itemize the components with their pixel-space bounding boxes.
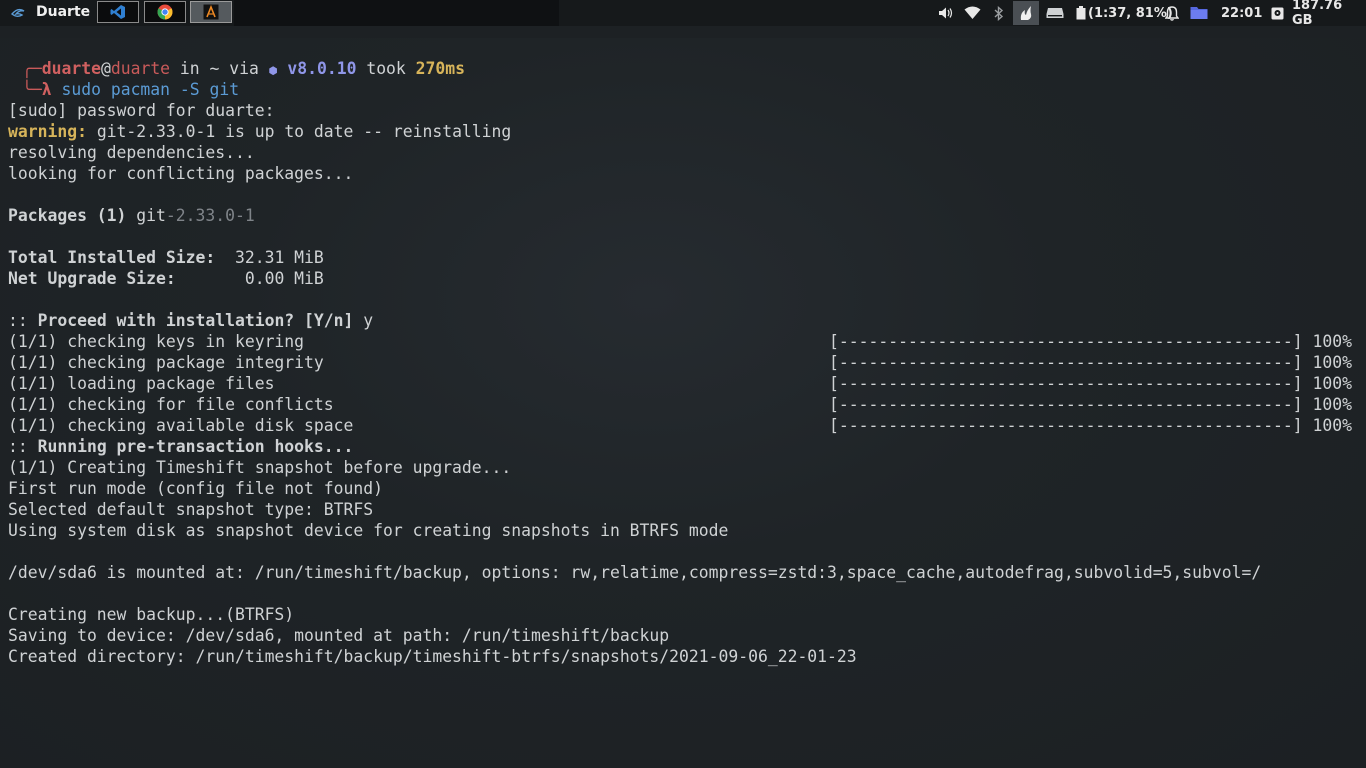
step-label: (1/1) checking package integrity bbox=[8, 353, 324, 372]
total-size-value: 32.31 MiB bbox=[215, 248, 324, 267]
command-line: ╰─λ sudo pacman -S git bbox=[22, 79, 239, 100]
output-conflicting: looking for conflicting packages... bbox=[8, 164, 354, 183]
prompt-corner-bottom: ╰─ bbox=[22, 80, 42, 99]
prompt-via: via bbox=[219, 59, 269, 78]
output-first-run: First run mode (config file not found) bbox=[8, 479, 383, 498]
output-net-size: Net Upgrade Size: 0.00 MiB bbox=[8, 268, 324, 289]
progress-bar: [---------------------------------------… bbox=[829, 353, 1303, 372]
taskbar-spacer bbox=[234, 0, 559, 26]
workspace-logo-icon[interactable] bbox=[10, 6, 26, 20]
disk-usage: 187.76 GB bbox=[1292, 0, 1343, 28]
prompt-user: duarte bbox=[41, 59, 101, 78]
output-proceed: :: Proceed with installation? [Y/n] y bbox=[8, 310, 373, 331]
wifi-icon[interactable] bbox=[964, 6, 981, 20]
bluetooth-icon[interactable] bbox=[994, 5, 1004, 21]
top-panel: Duarte (1:37, 81%) 22:01 187.76 GB bbox=[0, 0, 1366, 28]
prompt-duration: 270ms bbox=[415, 59, 466, 78]
node-version: v8.0.10 bbox=[277, 59, 357, 78]
progress-percent: 100% bbox=[1312, 353, 1353, 372]
task-vscode[interactable] bbox=[97, 1, 139, 23]
progress-percent: 100% bbox=[1312, 395, 1353, 414]
warning-text: git-2.33.0-1 is up to date -- reinstalli… bbox=[86, 122, 512, 141]
vscode-icon bbox=[110, 5, 125, 19]
command-text: sudo pacman -S git bbox=[51, 80, 240, 99]
power-profile-icon[interactable] bbox=[1013, 5, 1039, 21]
hooks-prefix: :: bbox=[8, 437, 38, 456]
output-total-size: Total Installed Size: 32.31 MiB bbox=[8, 247, 324, 268]
step-progress: [---------------------------------------… bbox=[829, 373, 1352, 394]
prompt-in: in bbox=[170, 59, 210, 78]
progress-percent: 100% bbox=[1312, 332, 1353, 351]
progress-bar: [---------------------------------------… bbox=[829, 374, 1303, 393]
progress-bar: [---------------------------------------… bbox=[829, 416, 1303, 435]
output-sudo: [sudo] password for duarte: bbox=[8, 101, 275, 120]
battery-icon[interactable] bbox=[1076, 6, 1086, 20]
prompt-lambda: λ bbox=[41, 80, 52, 99]
step-label: (1/1) loading package files bbox=[8, 374, 275, 393]
output-mounted: /dev/sda6 is mounted at: /run/timeshift/… bbox=[8, 563, 1262, 582]
proceed-prefix: :: bbox=[8, 311, 38, 330]
terminal-app-icon bbox=[203, 4, 219, 20]
step-label: (1/1) checking for file conflicts bbox=[8, 395, 334, 414]
warning-label: warning: bbox=[8, 122, 87, 141]
packages-name: git bbox=[126, 206, 166, 225]
output-created-dir: Created directory: /run/timeshift/backup… bbox=[8, 647, 857, 666]
output-snapshot-type: Selected default snapshot type: BTRFS bbox=[8, 500, 374, 519]
prompt-line: ╭─duarte@duarte in ~ via ⬢ v8.0.10 took … bbox=[22, 58, 465, 79]
packages-label: Packages (1) bbox=[8, 206, 127, 225]
packages-version: -2.33.0-1 bbox=[165, 206, 255, 225]
output-resolving: resolving dependencies... bbox=[8, 143, 255, 162]
workspace-name[interactable]: Duarte bbox=[36, 4, 90, 20]
progress-percent: 100% bbox=[1312, 416, 1353, 435]
node-icon: ⬢ bbox=[268, 66, 278, 77]
prompt-corner-top: ╭─ bbox=[22, 59, 42, 78]
task-chrome[interactable] bbox=[144, 1, 186, 23]
net-size-label: Net Upgrade Size: bbox=[8, 269, 176, 288]
progress-bar: [---------------------------------------… bbox=[829, 395, 1303, 414]
task-terminal[interactable] bbox=[190, 1, 232, 23]
drive-icon[interactable] bbox=[1046, 7, 1064, 19]
output-saving: Saving to device: /dev/sda6, mounted at … bbox=[8, 626, 670, 645]
disk-usage-icon[interactable] bbox=[1271, 7, 1284, 20]
prompt-at: @ bbox=[100, 59, 111, 78]
progress-bar: [---------------------------------------… bbox=[829, 332, 1303, 351]
step-progress: [---------------------------------------… bbox=[829, 415, 1352, 436]
prompt-host: duarte bbox=[110, 59, 171, 78]
prompt-took: took bbox=[356, 59, 416, 78]
clock[interactable]: 22:01 bbox=[1221, 6, 1262, 21]
output-packages: Packages (1) git-2.33.0-1 bbox=[8, 205, 255, 226]
output-creating: Creating new backup...(BTRFS) bbox=[8, 605, 295, 624]
step-progress: [---------------------------------------… bbox=[829, 352, 1352, 373]
step-label: (1/1) checking available disk space bbox=[8, 416, 354, 435]
prompt-dir: ~ bbox=[209, 59, 220, 78]
step-label: (1/1) checking keys in keyring bbox=[8, 332, 305, 351]
output-timeshift: (1/1) Creating Timeshift snapshot before… bbox=[8, 458, 512, 477]
chrome-icon bbox=[157, 4, 173, 20]
notification-bell-icon[interactable] bbox=[1165, 5, 1179, 21]
terminal-window[interactable]: ╭─duarte@duarte in ~ via ⬢ v8.0.10 took … bbox=[0, 38, 1366, 760]
output-warning: warning: git-2.33.0-1 is up to date -- r… bbox=[8, 121, 511, 142]
step-progress: [---------------------------------------… bbox=[829, 331, 1352, 352]
output-using-disk: Using system disk as snapshot device for… bbox=[8, 521, 729, 540]
hooks-label: Running pre-transaction hooks... bbox=[37, 437, 354, 456]
proceed-label: Proceed with installation? [Y/n] bbox=[37, 311, 354, 330]
total-size-label: Total Installed Size: bbox=[8, 248, 216, 267]
output-hooks: :: Running pre-transaction hooks... bbox=[8, 436, 353, 457]
proceed-answer: y bbox=[353, 311, 374, 330]
battery-status: (1:37, 81%) bbox=[1088, 5, 1173, 21]
step-progress: [---------------------------------------… bbox=[829, 394, 1352, 415]
net-size-value: 0.00 MiB bbox=[175, 269, 324, 288]
progress-percent: 100% bbox=[1312, 374, 1353, 393]
volume-icon[interactable] bbox=[938, 6, 954, 20]
folder-icon[interactable] bbox=[1190, 6, 1208, 20]
